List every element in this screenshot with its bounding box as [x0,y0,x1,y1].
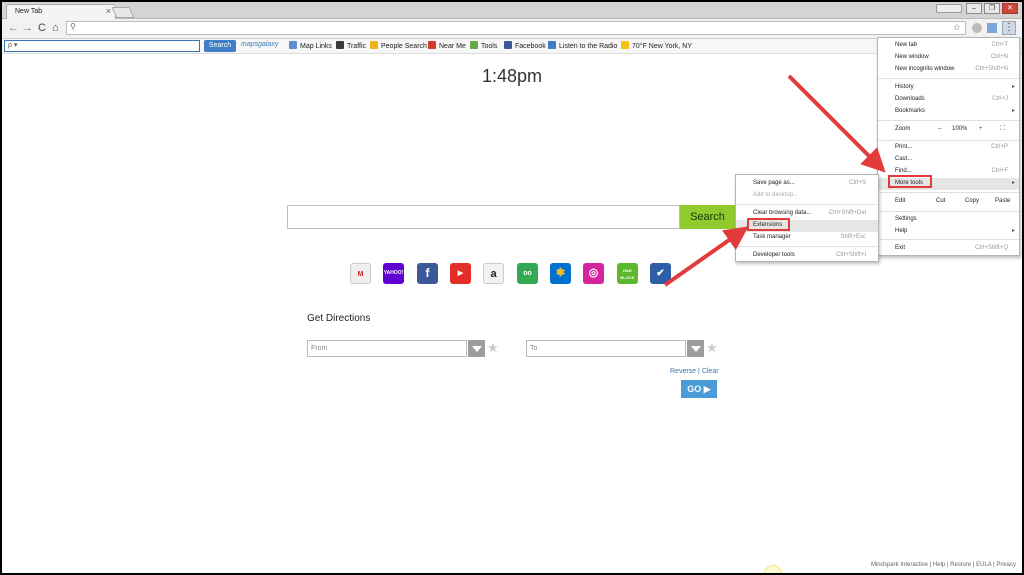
arrow-to-more-tools [787,74,886,173]
arrow-to-extensions [663,226,749,287]
browser-window: New Tab × – ❐ ✕ ← → C ⌂ ⚲ ☆ ⋮ ρ ▾ Search… [2,2,1022,573]
annotation-arrows [663,74,886,287]
